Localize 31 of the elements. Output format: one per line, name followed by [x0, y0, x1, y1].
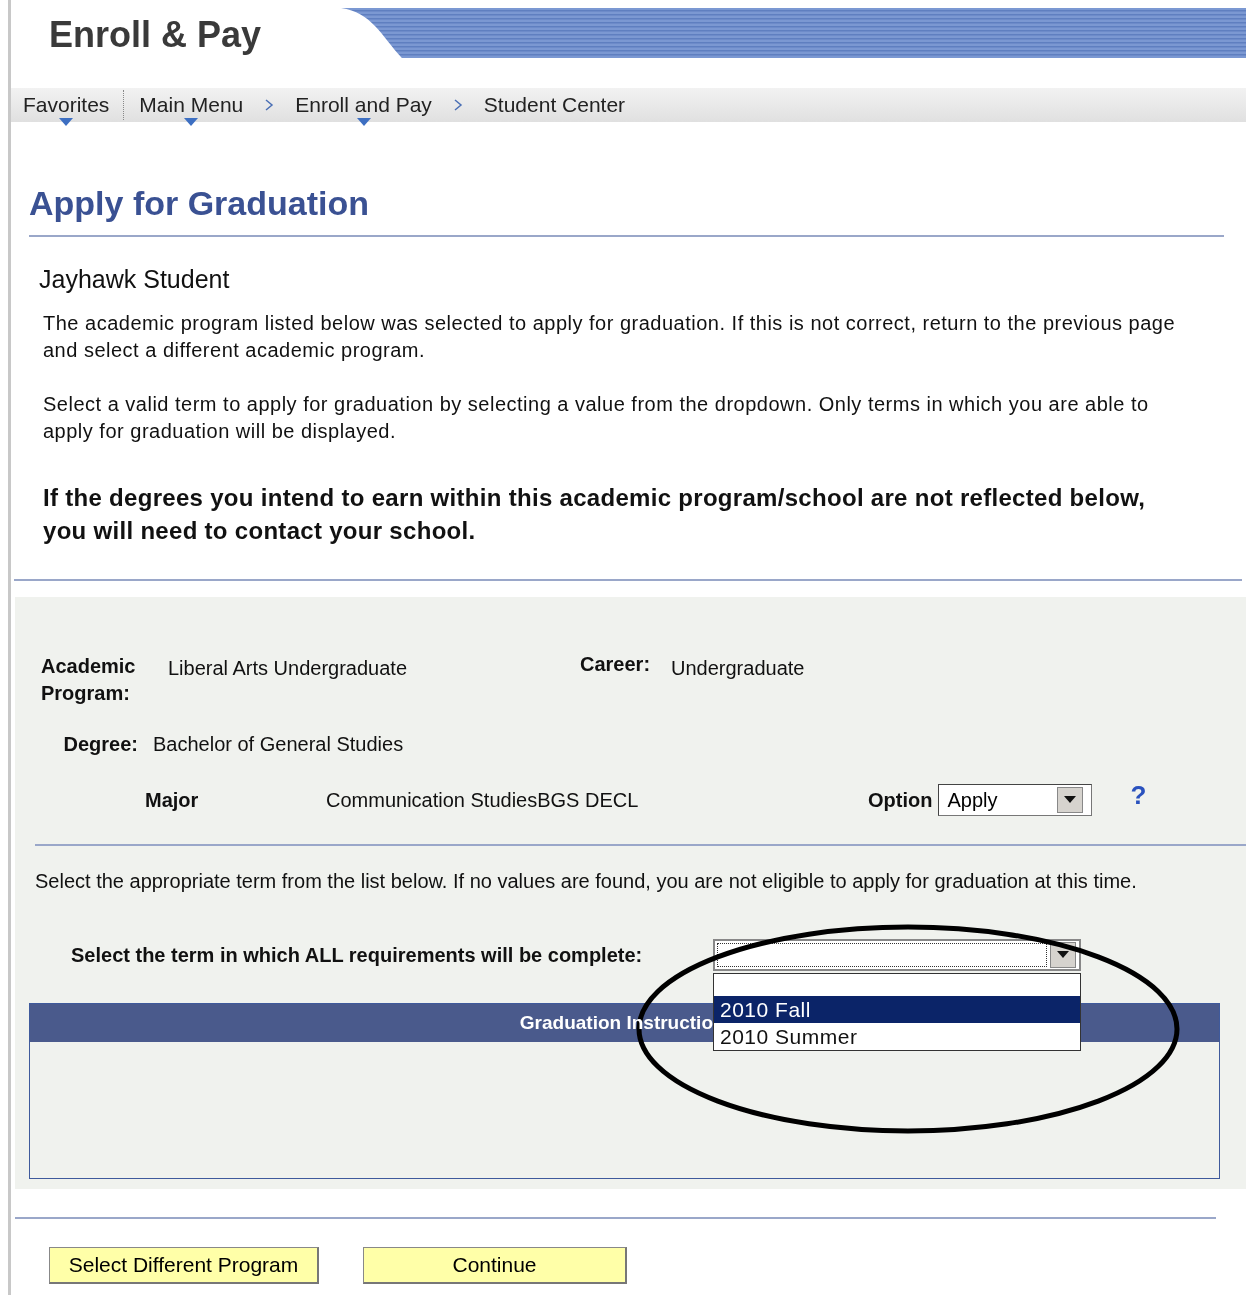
caret-icon — [1064, 796, 1077, 804]
action-button[interactable]: Continue — [363, 1247, 627, 1284]
breadcrumb-link[interactable]: Favorites — [19, 93, 114, 117]
caret-icon — [1057, 951, 1069, 959]
term-select[interactable] — [713, 939, 1081, 971]
dropdown-option[interactable]: 2010 Fall — [714, 996, 1080, 1023]
action-button[interactable]: Select Different Program — [49, 1247, 319, 1284]
instruction-text: Select the appropriate term from the list below. If no values are found, you are not eligible to apply for graduation at this time. — [35, 869, 1138, 894]
field-value: Liberal Arts Undergraduate — [168, 657, 409, 680]
instruction-text: Select a valid term to apply for graduation by selecting a value from the dropdown. Only terms in which you are able to apply for graduation will be displayed. — [43, 392, 1150, 444]
student-name: Jayhawk Student — [39, 265, 231, 294]
app-logo: Enroll & Pay — [48, 13, 263, 56]
field-label: Degree: — [62, 733, 139, 756]
help-link[interactable]: ? — [1130, 779, 1147, 811]
field-label: Major — [145, 788, 200, 812]
field-label: Career: — [580, 653, 652, 676]
page-title: Apply for Graduation — [29, 184, 1224, 237]
instruction-text: The academic program listed below was selected to apply for graduation. If this is not correct, return to the previous page and select a different academic program. — [43, 311, 1177, 363]
field-label: Option — [868, 788, 933, 812]
breadcrumb-link[interactable]: Enroll and Pay — [291, 93, 436, 117]
notice-text: If the degrees you intend to earn within this academic program/school are not reflected below, you will need to contact your school. — [43, 483, 1147, 546]
field-label: Academic Program: — [41, 654, 137, 706]
field-value: Bachelor of General Studies — [153, 733, 404, 756]
dropdown-option[interactable]: 2010 Summer — [714, 1023, 1080, 1050]
breadcrumb-link[interactable]: Main Menu — [135, 93, 248, 117]
field-value: Communication StudiesBGS DECL — [326, 788, 640, 812]
chevron-icon — [263, 98, 276, 112]
field-value: Undergraduate — [671, 657, 805, 680]
term-label: Select the term in which ALL requirements will be complete: — [71, 943, 644, 967]
breadcrumb-link[interactable]: Student Center — [479, 93, 630, 117]
option-select[interactable]: Apply — [938, 784, 1093, 816]
